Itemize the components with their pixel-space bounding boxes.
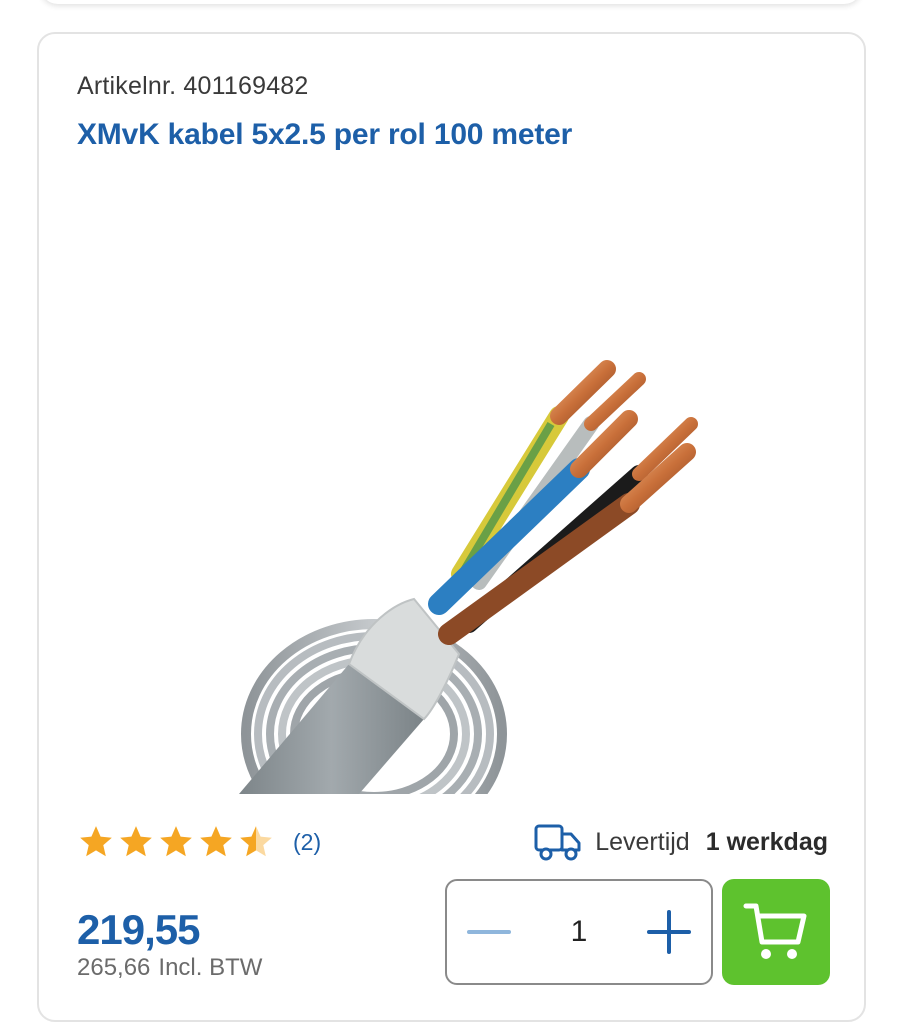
price-incl-amount: 265,66	[77, 954, 151, 981]
quantity-input[interactable]	[539, 915, 619, 949]
price: 219,55	[77, 906, 200, 953]
price-incl-vat: 265,66 Incl. BTW	[77, 954, 262, 982]
minus-icon	[467, 930, 511, 934]
plus-icon	[647, 910, 691, 954]
delivery-label: Levertijd	[595, 827, 690, 856]
product-rating[interactable]: (2)	[77, 820, 321, 864]
star-half-icon	[240, 826, 272, 857]
increase-quantity-button[interactable]	[645, 908, 693, 956]
previous-card-edge	[40, 0, 862, 4]
star-full-icon	[160, 826, 192, 857]
product-image[interactable]	[199, 324, 719, 794]
add-to-cart-button[interactable]	[722, 879, 830, 985]
truck-icon	[534, 824, 581, 861]
article-number-label: Artikelnr.	[77, 72, 177, 100]
delivery-info: Levertijd 1 werkdag	[533, 820, 828, 864]
star-full-icon	[200, 826, 232, 857]
review-count[interactable]: (2)	[293, 829, 321, 856]
quantity-stepper	[445, 879, 713, 985]
article-number-value: 401169482	[183, 72, 309, 100]
delivery-value: 1 werkdag	[705, 827, 828, 856]
product-card: Artikelnr. 401169482 XMvK kabel 5x2.5 pe…	[37, 32, 866, 1022]
rating-stars	[77, 823, 275, 861]
price-incl-label: Incl. BTW	[158, 954, 263, 981]
star-full-icon	[120, 826, 152, 857]
shopping-cart-icon	[743, 903, 807, 959]
product-title[interactable]: XMvK kabel 5x2.5 per rol 100 meter	[77, 118, 572, 152]
article-number: Artikelnr. 401169482	[77, 72, 309, 101]
decrease-quantity-button[interactable]	[465, 908, 513, 956]
star-full-icon	[80, 826, 112, 857]
